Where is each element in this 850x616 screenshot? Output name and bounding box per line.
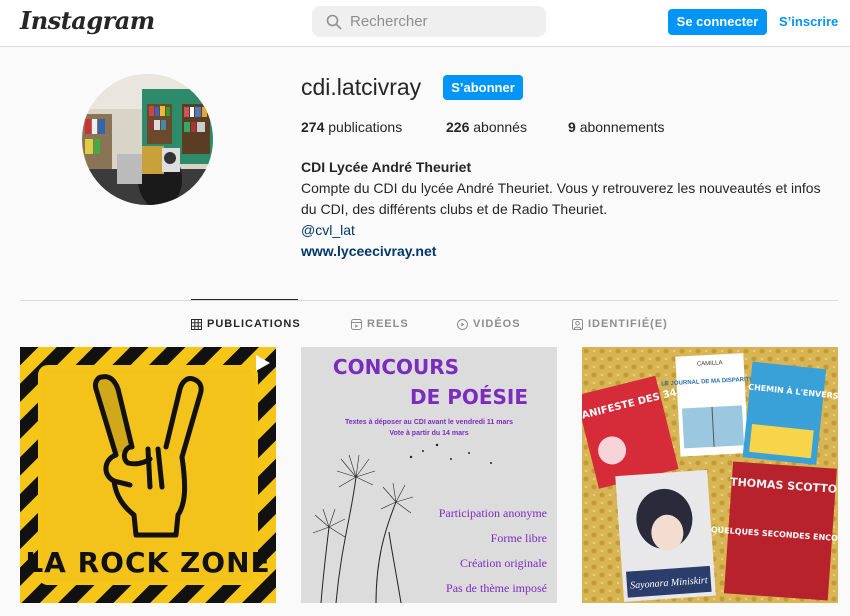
active-tab-indicator bbox=[191, 299, 298, 300]
profile-full-name: CDI Lycée André Theuriet bbox=[301, 159, 472, 175]
poetry-item-3: Création originale bbox=[460, 556, 547, 570]
poetry-title-line2: DE POÉSIE bbox=[410, 385, 528, 409]
tab-videos-label: VIDÉOS bbox=[473, 318, 521, 330]
tab-reels[interactable]: REELS bbox=[351, 318, 409, 330]
profile-username: cdi.latcivray bbox=[301, 74, 422, 100]
instagram-logo[interactable]: Instagram bbox=[20, 6, 155, 35]
video-icon bbox=[457, 318, 468, 330]
login-button[interactable]: Se connecter bbox=[668, 9, 767, 35]
top-navigation-bar: Instagram Se connecter S’inscrire bbox=[0, 0, 850, 47]
following-count: 9 bbox=[568, 119, 576, 135]
tab-publications-label: PUBLICATIONS bbox=[207, 318, 301, 330]
posts-label: publications bbox=[328, 119, 403, 135]
post-thumbnail-rock-zone[interactable]: LA ROCK ZONE bbox=[20, 347, 276, 603]
poetry-subtitle-2: Vote à partir du 14 mars bbox=[389, 430, 468, 437]
profile-description: Compte du CDI du lycée André Theuriet. V… bbox=[301, 180, 821, 217]
post-thumbnail-books[interactable]: LE MANIFESTE DES 343 CAMILLA LE JOURNAL … bbox=[582, 347, 838, 603]
poetry-item-1: Participation anonyme bbox=[439, 506, 547, 520]
followers-stat[interactable]: 226 abonnés bbox=[446, 119, 527, 135]
reels-icon bbox=[351, 318, 362, 330]
tab-tagged[interactable]: IDENTIFIÉ(E) bbox=[572, 318, 668, 330]
profile-mention-link[interactable]: @cvl_lat bbox=[301, 220, 831, 241]
profile-bio: CDI Lycée André Theuriet Compte du CDI d… bbox=[301, 157, 831, 262]
signup-link[interactable]: S’inscrire bbox=[779, 9, 838, 35]
poetry-title-line1: CONCOURS bbox=[333, 355, 459, 379]
follow-button[interactable]: S’abonner bbox=[443, 75, 523, 100]
profile-website-link[interactable]: www.lyceecivray.net bbox=[301, 241, 831, 262]
poetry-subtitle-1: Textes à déposer au CDI avant le vendred… bbox=[345, 419, 513, 426]
posts-stat: 274 publications bbox=[301, 119, 402, 135]
post-thumbnail-concours-poesie[interactable]: CONCOURS DE POÉSIE Textes à déposer au C… bbox=[301, 347, 557, 603]
followers-label: abonnés bbox=[473, 119, 527, 135]
tab-videos[interactable]: VIDÉOS bbox=[457, 318, 521, 330]
search-input[interactable] bbox=[350, 6, 540, 37]
poetry-item-2: Forme libre bbox=[491, 531, 547, 545]
tab-reels-label: REELS bbox=[367, 318, 409, 330]
tagged-icon bbox=[572, 318, 583, 330]
following-stat[interactable]: 9 abonnements bbox=[568, 119, 665, 135]
tab-tagged-label: IDENTIFIÉ(E) bbox=[588, 318, 668, 330]
rock-zone-text: LA ROCK ZONE bbox=[25, 546, 270, 579]
tab-publications[interactable]: PUBLICATIONS bbox=[191, 318, 301, 330]
followers-count: 226 bbox=[446, 119, 470, 135]
search-box[interactable] bbox=[312, 6, 546, 37]
search-icon bbox=[326, 14, 342, 30]
tabs-divider bbox=[20, 300, 838, 301]
posts-count: 274 bbox=[301, 119, 325, 135]
poetry-item-4: Pas de thème imposé bbox=[446, 581, 547, 595]
profile-avatar[interactable] bbox=[82, 74, 213, 205]
grid-icon bbox=[191, 318, 202, 330]
following-label: abonnements bbox=[579, 119, 665, 135]
